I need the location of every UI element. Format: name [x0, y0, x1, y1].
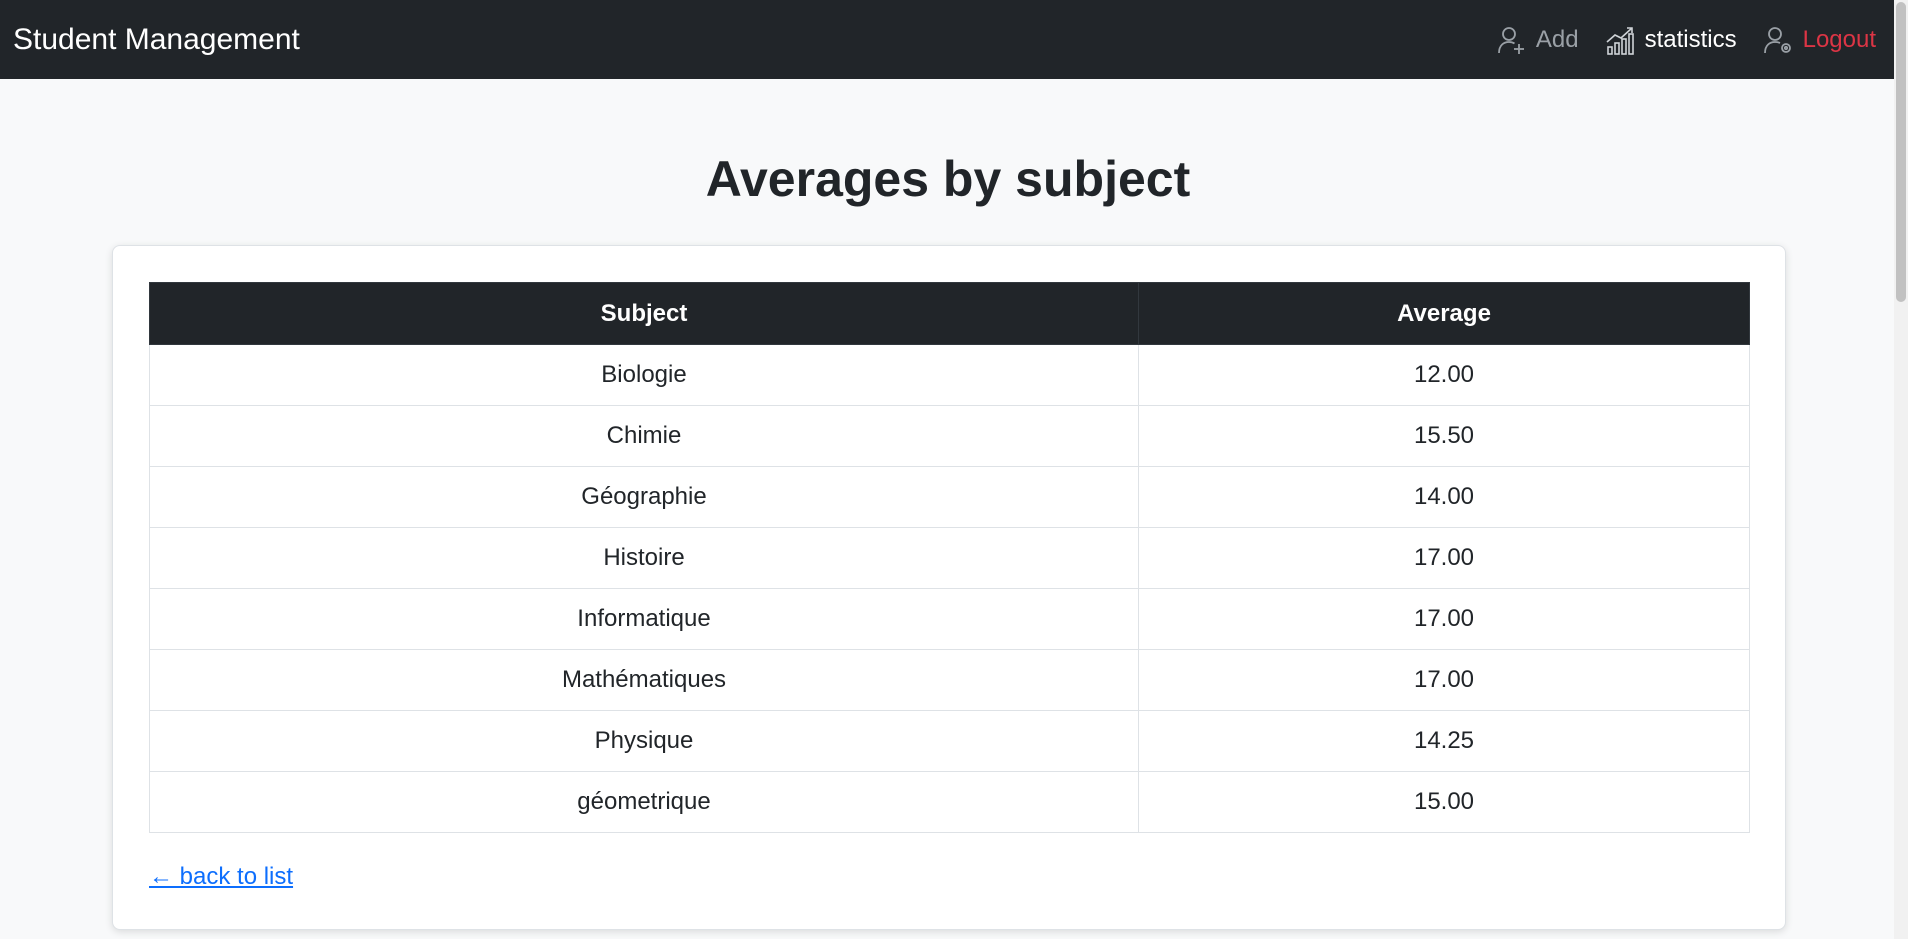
table-row: Physique 14.25 — [149, 710, 1750, 772]
average-cell: 12.00 — [1138, 344, 1750, 406]
subject-cell: géometrique — [149, 771, 1139, 833]
average-cell: 14.25 — [1138, 710, 1750, 772]
subject-cell: Mathématiques — [149, 649, 1139, 711]
table-row: Chimie 15.50 — [149, 405, 1750, 467]
header-row: Subject Average — [149, 282, 1750, 345]
scrollbar-thumb[interactable] — [1896, 2, 1906, 302]
subject-cell: Physique — [149, 710, 1139, 772]
average-cell: 15.00 — [1138, 771, 1750, 833]
back-to-list-link[interactable]: ← back to list — [149, 863, 293, 891]
chart-growth-icon — [1606, 26, 1634, 55]
table-row: Biologie 12.00 — [149, 344, 1750, 406]
subject-cell: Géographie — [149, 466, 1139, 528]
average-cell: 17.00 — [1138, 527, 1750, 589]
add-label: Add — [1535, 25, 1579, 53]
table-row: Mathématiques 17.00 — [149, 649, 1750, 711]
navbar: Student Management Add statistics Logout — [0, 0, 1908, 79]
brand-link[interactable]: Student Management — [13, 0, 300, 79]
table-header: Subject Average — [149, 282, 1750, 345]
averages-card: Subject Average Biologie 12.00 Chimie 15… — [112, 245, 1786, 930]
statistics-label: statistics — [1644, 25, 1737, 53]
subject-cell: Chimie — [149, 405, 1139, 467]
subject-cell: Histoire — [149, 527, 1139, 589]
person-add-icon — [1497, 26, 1524, 54]
table-row: Informatique 17.00 — [149, 588, 1750, 650]
average-cell: 17.00 — [1138, 649, 1750, 711]
nav-items: Add statistics Logout — [1470, 0, 1876, 79]
page-title: Averages by subject — [705, 151, 1191, 207]
logout-label: Logout — [1802, 25, 1876, 53]
subject-cell: Biologie — [149, 344, 1139, 406]
table-body: Biologie 12.00 Chimie 15.50 Géographie 1… — [149, 344, 1750, 833]
person-gear-icon — [1763, 26, 1791, 53]
table-row: Géographie 14.00 — [149, 466, 1750, 528]
header-average: Average — [1138, 282, 1750, 345]
add-link[interactable]: Add — [1496, 25, 1579, 55]
average-cell: 14.00 — [1138, 466, 1750, 528]
table-row: Histoire 17.00 — [149, 527, 1750, 589]
average-cell: 15.50 — [1138, 405, 1750, 467]
scrollbar[interactable] — [1894, 0, 1908, 939]
statistics-link[interactable]: statistics — [1605, 25, 1737, 55]
table-row: géometrique 15.00 — [149, 771, 1750, 833]
subject-cell: Informatique — [149, 588, 1139, 650]
averages-table: Subject Average Biologie 12.00 Chimie 15… — [149, 282, 1750, 833]
logout-link[interactable]: Logout — [1763, 25, 1876, 55]
header-subject: Subject — [149, 282, 1139, 345]
average-cell: 17.00 — [1138, 588, 1750, 650]
